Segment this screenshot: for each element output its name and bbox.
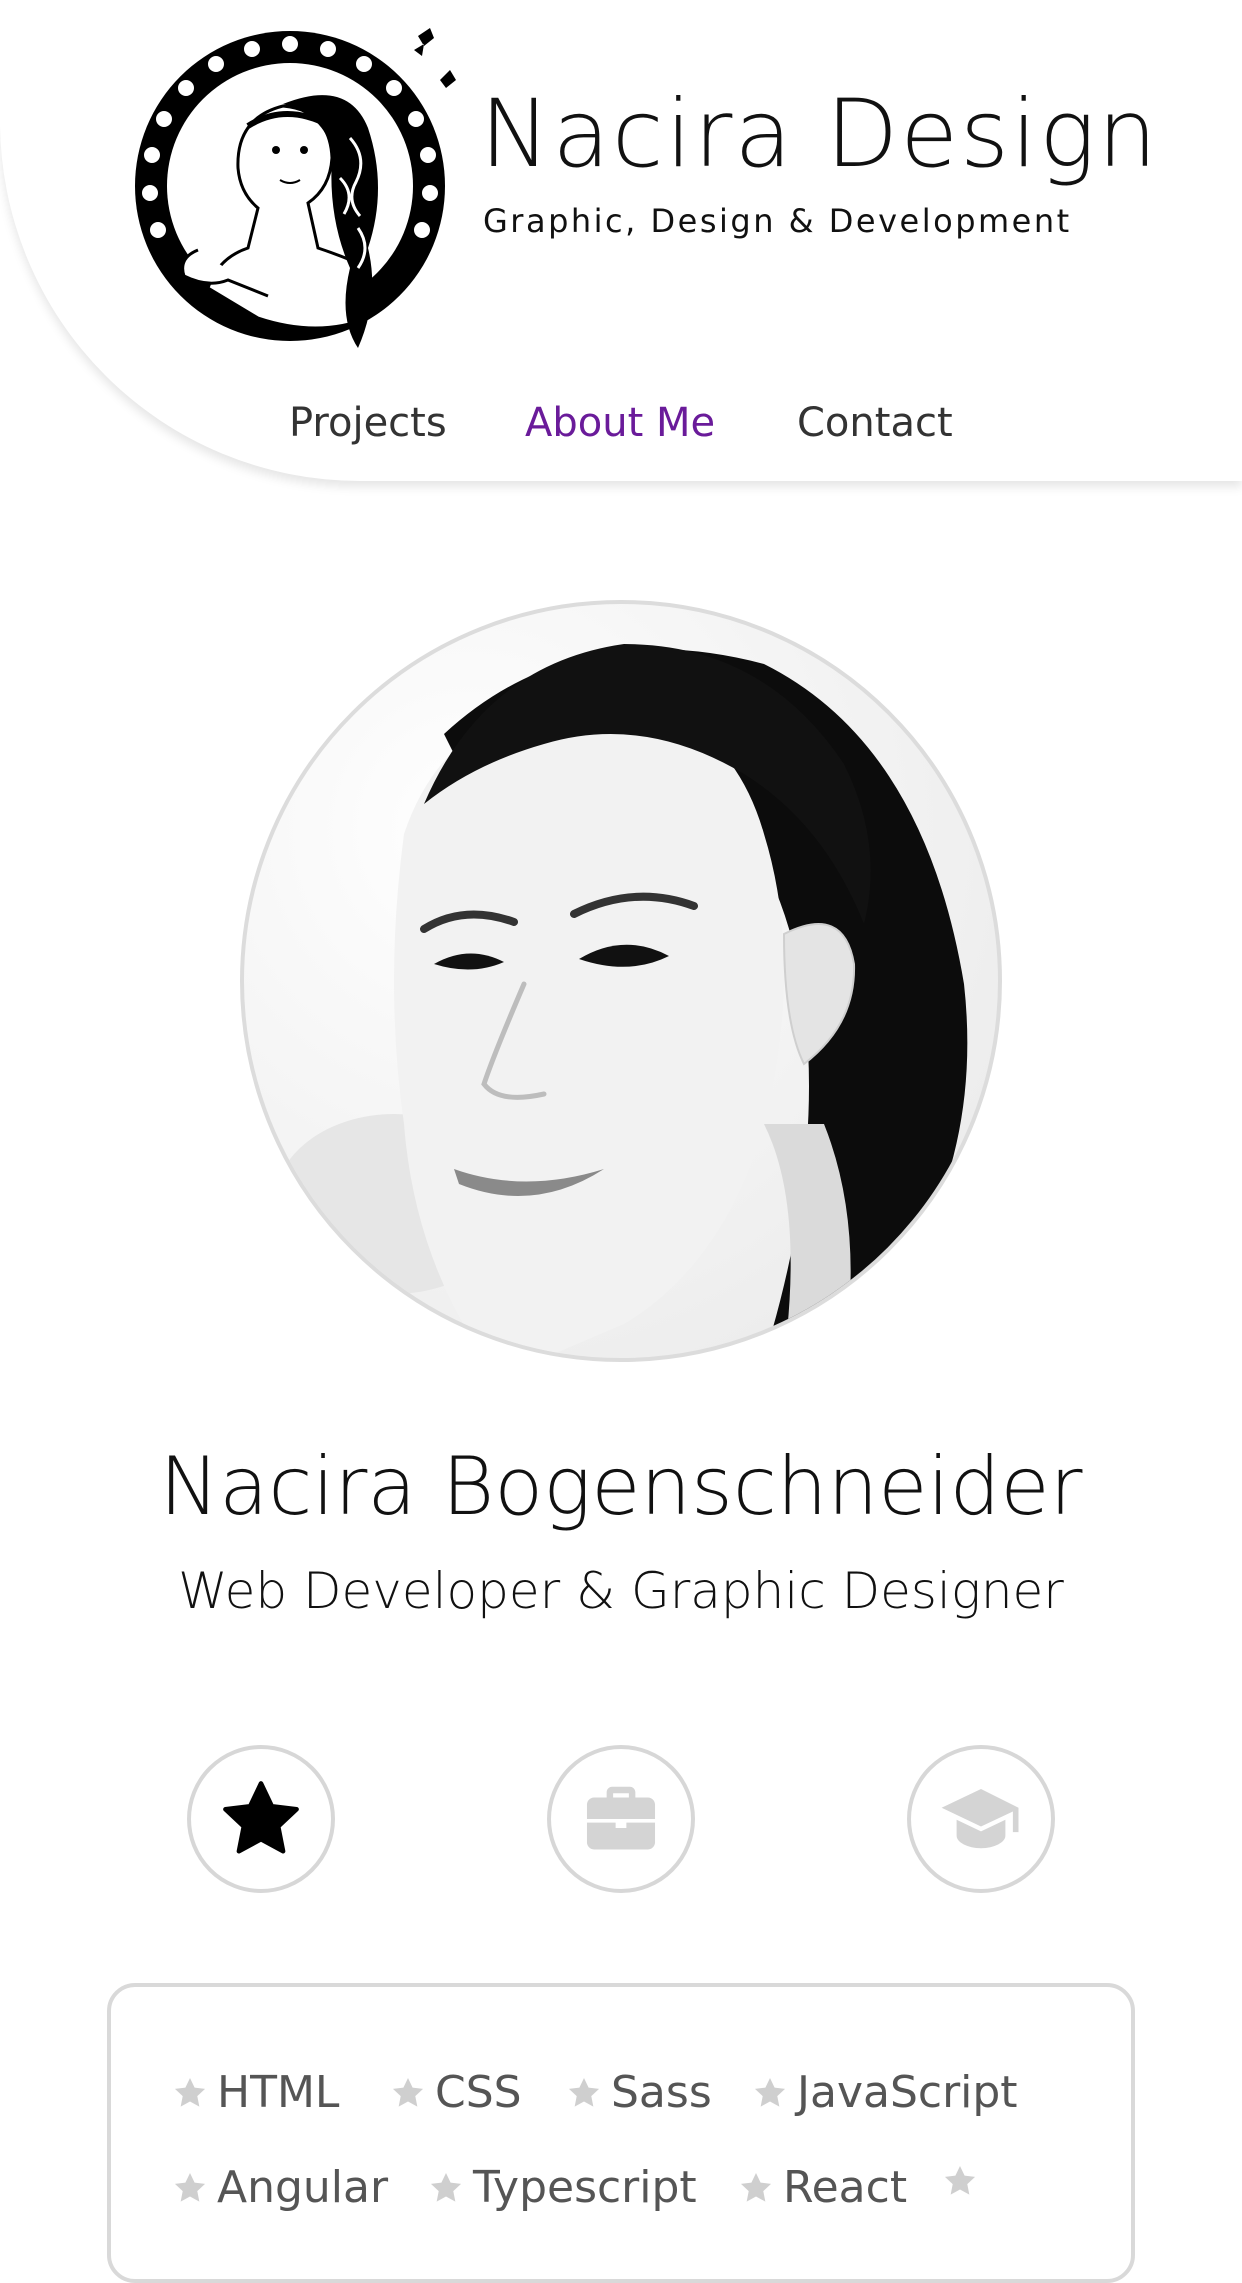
skill-label: Sass [611, 2067, 712, 2118]
star-icon [174, 2077, 206, 2107]
graduation-cap-icon [941, 1789, 1019, 1849]
tab-skills[interactable] [187, 1745, 335, 1893]
skill-tag: CSS [389, 2067, 522, 2118]
brand-subtitle: Graphic, Design & Development [483, 202, 1072, 240]
profile-photo [240, 600, 1002, 1362]
skill-label: Typescript [473, 2162, 697, 2213]
skill-label: Angular [217, 2162, 389, 2213]
skill-tag: React [737, 2162, 907, 2213]
skill-label: JavaScript [797, 2067, 1018, 2118]
star-icon [740, 2172, 772, 2202]
site-header: Nacira Design Graphic, Design & Developm… [0, 0, 1242, 481]
star-icon [392, 2077, 424, 2107]
skill-label: HTML [217, 2067, 340, 2118]
star-icon [944, 2165, 976, 2195]
skills-panel: HTML CSS Sass JavaScript Angular Typescr… [107, 1983, 1135, 2283]
star-icon [568, 2077, 600, 2107]
skill-tag: HTML [171, 2067, 339, 2118]
tab-education[interactable] [907, 1745, 1055, 1893]
nav-item-about-me[interactable]: About Me [525, 400, 715, 446]
star-icon [223, 1781, 299, 1854]
skill-tag: Typescript [427, 2162, 697, 2213]
logo-emblem-icon[interactable] [118, 18, 458, 363]
star-icon [174, 2172, 206, 2202]
skill-label: React [783, 2162, 908, 2213]
nav-item-contact[interactable]: Contact [797, 400, 953, 446]
star-icon [430, 2172, 462, 2202]
star-icon [754, 2077, 786, 2107]
brand-title[interactable]: Nacira Design [480, 88, 1159, 182]
nav-item-projects[interactable]: Projects [289, 400, 447, 446]
skill-label: CSS [435, 2067, 522, 2118]
skill-tag [941, 2162, 987, 2200]
main-navigation: Projects About Me Contact [0, 400, 1242, 460]
tab-experience[interactable] [547, 1745, 695, 1893]
portrait-image [274, 644, 968, 1358]
skill-tag: Sass [565, 2067, 712, 2118]
briefcase-icon [586, 1786, 656, 1850]
person-name: Nacira Bogenschneider [159, 1440, 1083, 1533]
person-role: Web Developer & Graphic Designer [178, 1562, 1064, 1620]
skill-tag: JavaScript [751, 2067, 1018, 2118]
skill-tag: Angular [171, 2162, 388, 2213]
